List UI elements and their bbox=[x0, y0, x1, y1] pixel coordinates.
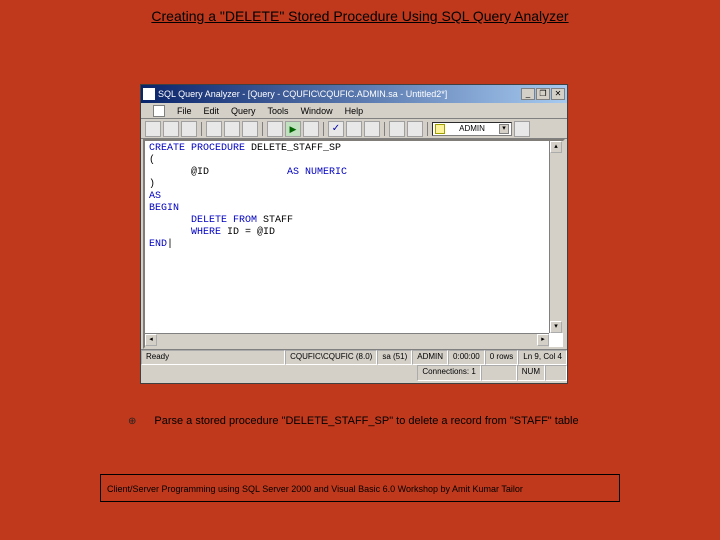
horizontal-scrollbar[interactable]: ◂ ▸ bbox=[145, 333, 549, 347]
status-blank bbox=[481, 365, 517, 381]
separator bbox=[323, 122, 324, 136]
execute-icon[interactable]: ▶ bbox=[285, 121, 301, 137]
footer-text: Client/Server Programming using SQL Serv… bbox=[107, 484, 523, 494]
menu-help[interactable]: Help bbox=[345, 106, 364, 116]
menu-edit[interactable]: Edit bbox=[204, 106, 220, 116]
maximize-button[interactable]: ❐ bbox=[536, 88, 550, 100]
app-icon bbox=[143, 88, 155, 100]
execute-mode-icon[interactable] bbox=[267, 121, 283, 137]
object-search-icon[interactable] bbox=[407, 121, 423, 137]
scroll-up-icon[interactable]: ▴ bbox=[550, 141, 562, 153]
menu-query[interactable]: Query bbox=[231, 106, 256, 116]
find-icon[interactable] bbox=[242, 121, 258, 137]
menu-file[interactable]: File bbox=[177, 106, 192, 116]
menubar: File Edit Query Tools Window Help bbox=[141, 103, 567, 119]
display-plan-icon[interactable] bbox=[346, 121, 362, 137]
open-icon[interactable] bbox=[163, 121, 179, 137]
status-connections: Connections: 1 bbox=[417, 365, 480, 381]
bullet-row: ⊕ Parse a stored procedure "DELETE_STAFF… bbox=[128, 415, 598, 427]
scroll-right-icon[interactable]: ▸ bbox=[537, 334, 549, 346]
status-grip bbox=[545, 365, 567, 381]
toolbar: ▶ ✓ ADMIN ▾ bbox=[141, 119, 567, 139]
separator bbox=[384, 122, 385, 136]
window-title: SQL Query Analyzer - [Query - CQUFIC\CQU… bbox=[158, 89, 521, 99]
database-icon bbox=[435, 124, 445, 134]
results-grid-icon[interactable] bbox=[364, 121, 380, 137]
separator bbox=[262, 122, 263, 136]
bullet-icon: ⊕ bbox=[128, 416, 136, 427]
parse-icon[interactable]: ✓ bbox=[328, 121, 344, 137]
separator bbox=[427, 122, 428, 136]
save-icon[interactable] bbox=[181, 121, 197, 137]
scroll-down-icon[interactable]: ▾ bbox=[550, 321, 562, 333]
close-button[interactable]: ✕ bbox=[551, 88, 565, 100]
new-query-icon[interactable] bbox=[145, 121, 161, 137]
mdi-icon bbox=[153, 105, 165, 117]
cut-icon[interactable] bbox=[206, 121, 222, 137]
status-ready: Ready bbox=[141, 350, 285, 365]
options-icon[interactable] bbox=[514, 121, 530, 137]
bullet-text: Parse a stored procedure "DELETE_STAFF_S… bbox=[154, 415, 578, 427]
status-num: NUM bbox=[517, 365, 545, 381]
editor-area: CREATE PROCEDURE DELETE_STAFF_SP ( @ID A… bbox=[143, 139, 565, 349]
scroll-left-icon[interactable]: ◂ bbox=[145, 334, 157, 346]
status-time: 0:00:00 bbox=[448, 350, 485, 365]
database-combo[interactable]: ADMIN ▾ bbox=[432, 122, 512, 136]
statusbar: Ready CQUFIC\CQUFIC (8.0) sa (51) ADMIN … bbox=[141, 349, 567, 365]
stop-icon[interactable] bbox=[303, 121, 319, 137]
sql-editor[interactable]: CREATE PROCEDURE DELETE_STAFF_SP ( @ID A… bbox=[145, 141, 563, 253]
app-statusbar: Connections: 1 NUM bbox=[141, 365, 567, 381]
titlebar: SQL Query Analyzer - [Query - CQUFIC\CQU… bbox=[141, 85, 567, 103]
query-analyzer-window: SQL Query Analyzer - [Query - CQUFIC\CQU… bbox=[140, 84, 568, 384]
status-rows: 0 rows bbox=[485, 350, 519, 365]
menu-tools[interactable]: Tools bbox=[268, 106, 289, 116]
status-user: sa (51) bbox=[377, 350, 412, 365]
database-combo-value: ADMIN bbox=[459, 124, 485, 133]
status-pos: Ln 9, Col 4 bbox=[518, 350, 567, 365]
object-browser-icon[interactable] bbox=[389, 121, 405, 137]
status-db: ADMIN bbox=[412, 350, 448, 365]
status-server: CQUFIC\CQUFIC (8.0) bbox=[285, 350, 377, 365]
footer-box: Client/Server Programming using SQL Serv… bbox=[100, 474, 620, 502]
separator bbox=[201, 122, 202, 136]
copy-icon[interactable] bbox=[224, 121, 240, 137]
vertical-scrollbar[interactable]: ▴ ▾ bbox=[549, 141, 563, 333]
minimize-button[interactable]: _ bbox=[521, 88, 535, 100]
chevron-down-icon[interactable]: ▾ bbox=[499, 124, 509, 134]
slide-title: Creating a "DELETE" Stored Procedure Usi… bbox=[0, 0, 720, 28]
menu-window[interactable]: Window bbox=[301, 106, 333, 116]
